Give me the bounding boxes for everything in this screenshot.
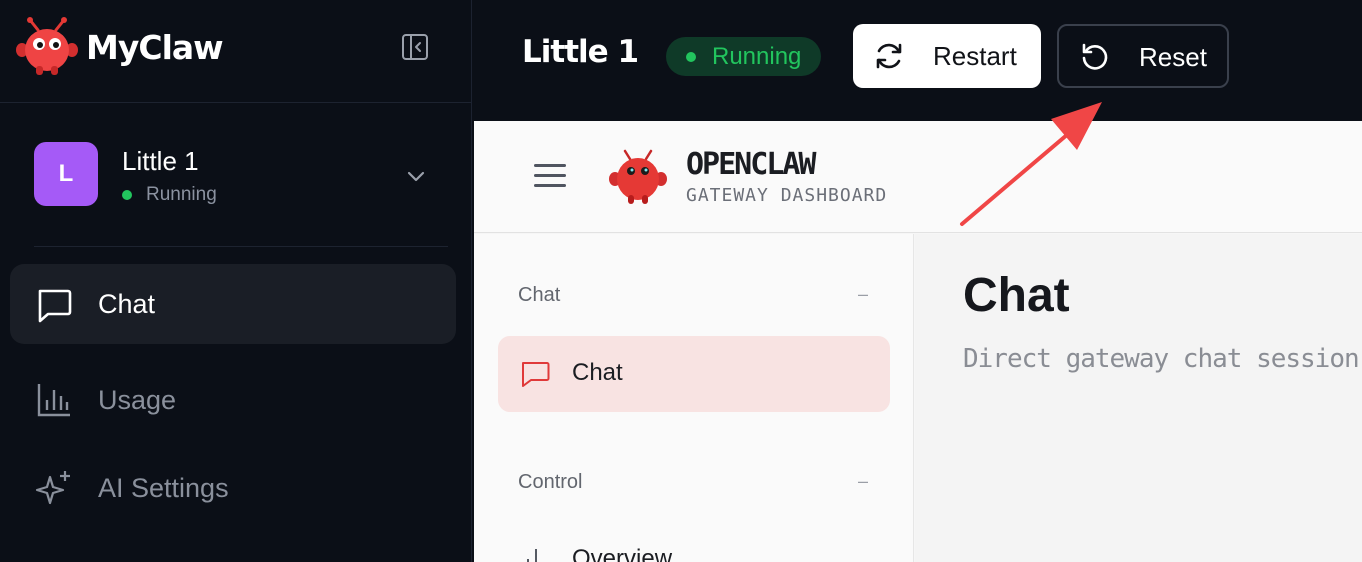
collapse-section-toggle[interactable]: – <box>858 471 868 492</box>
gateway-nav-item-label: Overview <box>572 545 673 562</box>
instance-toolbar: Little 1 Running Restart Reset <box>473 0 1362 120</box>
gateway-main: Chat Direct gateway chat session fo <box>915 234 1362 562</box>
gateway-subtitle: GATEWAY DASHBOARD <box>686 185 888 206</box>
gateway-dashboard: OPENCLAW GATEWAY DASHBOARD Chat – Chat C… <box>474 121 1362 562</box>
gateway-nav-item-overview[interactable]: Overview <box>498 537 890 562</box>
app-sidebar: MyClaw L Little 1 Running Chat Usage AI … <box>0 0 472 562</box>
status-badge: Running <box>666 37 821 76</box>
avatar: L <box>34 142 98 206</box>
agent-name: Little 1 <box>122 146 199 176</box>
nav-section-chat: Chat <box>518 284 561 306</box>
sidebar-item-label: Chat <box>98 288 156 319</box>
reset-button[interactable]: Reset <box>1057 24 1229 88</box>
menu-icon[interactable] <box>534 164 566 188</box>
rotate-ccw-icon <box>1082 43 1108 70</box>
restart-button-label: Restart <box>933 41 1017 71</box>
chevron-down-icon[interactable] <box>404 164 428 188</box>
sidebar-item-label: AI Settings <box>98 472 229 503</box>
bar-chart-icon <box>527 549 537 562</box>
claw-mascot-logo <box>16 17 78 75</box>
bar-chart-icon <box>37 384 70 417</box>
page-title: Little 1 <box>522 34 639 70</box>
restart-button[interactable]: Restart <box>853 24 1041 88</box>
gateway-header: OPENCLAW GATEWAY DASHBOARD <box>474 121 1362 233</box>
sidebar-item-label: Usage <box>98 384 177 415</box>
sidebar-item-usage[interactable]: Usage <box>10 360 456 440</box>
refresh-icon <box>876 43 902 69</box>
status-badge-text: Running <box>712 42 802 70</box>
agent-status-text: Running <box>146 184 217 205</box>
collapse-section-toggle[interactable]: – <box>858 284 868 305</box>
nav-section-control: Control <box>518 471 583 493</box>
status-dot <box>686 51 696 62</box>
gateway-nav-item-label: Chat <box>572 359 623 386</box>
openclaw-logo <box>609 149 667 204</box>
brand-name: MyClaw <box>86 27 224 67</box>
gateway-nav: Chat – Chat Control – Overview <box>474 234 914 562</box>
sidebar-item-ai-settings[interactable]: AI Settings <box>10 448 456 528</box>
brand[interactable]: MyClaw <box>16 16 224 78</box>
sidebar-divider <box>34 246 448 247</box>
gateway-title: OPENCLAW <box>686 147 816 182</box>
gateway-nav-item-chat[interactable]: Chat <box>498 336 890 412</box>
sparkles-icon <box>35 471 70 505</box>
status-dot <box>122 190 132 200</box>
main-description: Direct gateway chat session fo <box>963 344 1362 374</box>
chat-bubble-icon <box>522 362 550 387</box>
agent-selector[interactable]: L Little 1 Running <box>34 142 434 208</box>
collapse-sidebar-icon[interactable] <box>400 32 430 62</box>
sidebar-divider <box>0 102 471 103</box>
chat-bubble-icon <box>38 289 72 323</box>
main-title: Chat <box>963 269 1070 322</box>
sidebar-item-chat[interactable]: Chat <box>10 264 456 344</box>
agent-status: Running <box>122 184 217 206</box>
reset-button-label: Reset <box>1139 42 1207 72</box>
